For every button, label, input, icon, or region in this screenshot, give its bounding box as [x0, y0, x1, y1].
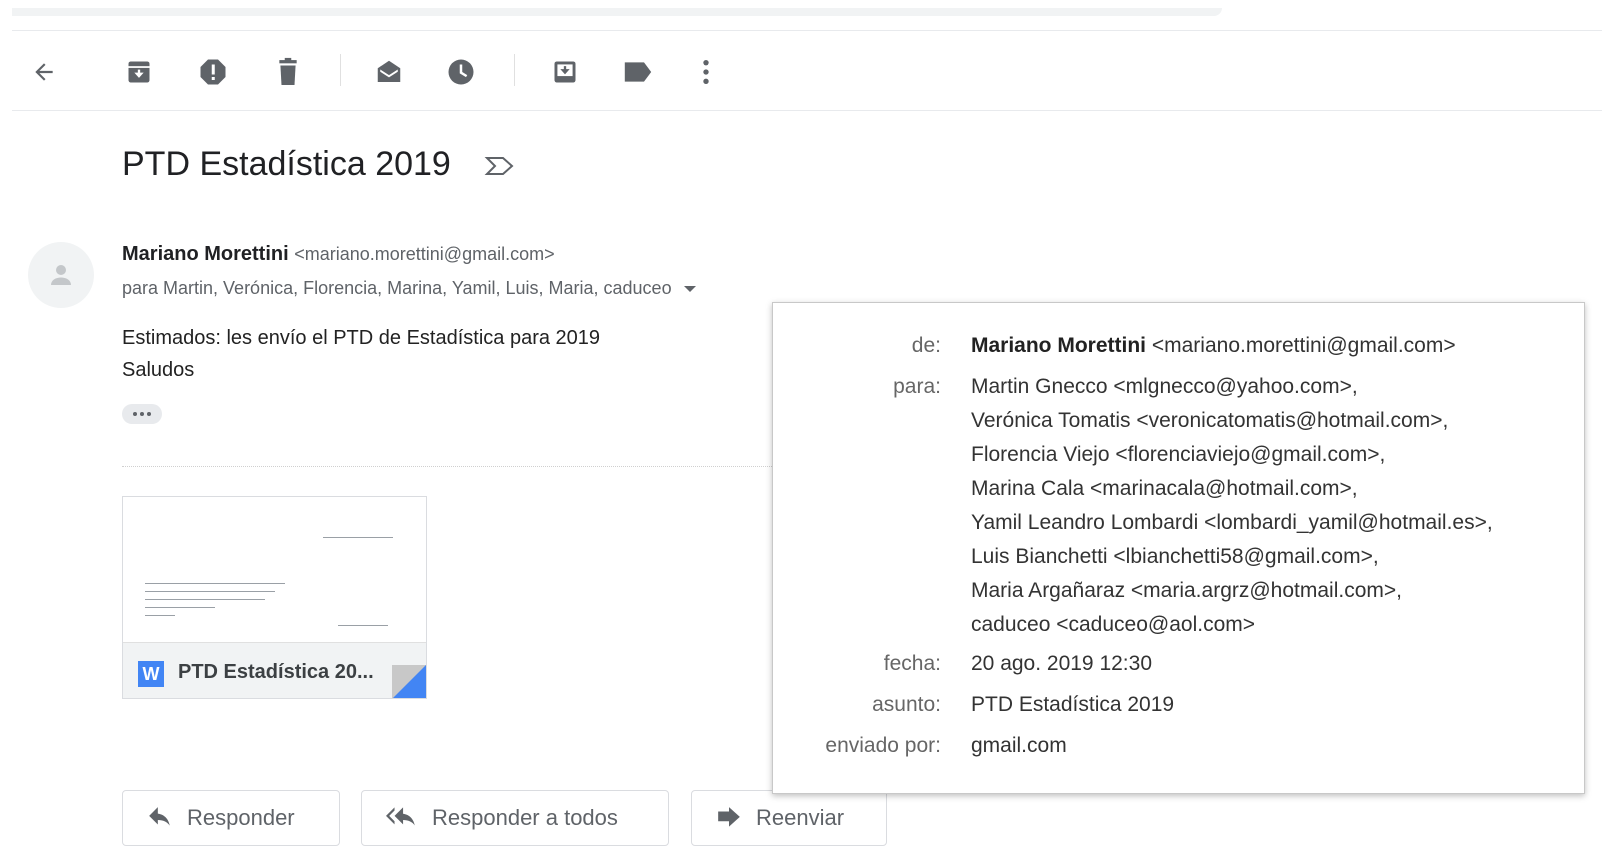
- archive-icon[interactable]: [119, 52, 159, 92]
- attachments-divider: [122, 466, 772, 467]
- forward-icon: [718, 807, 740, 827]
- reply-icon: [149, 807, 170, 826]
- reply-all-label: Responder a todos: [432, 805, 618, 830]
- page-fold-icon: [392, 665, 426, 698]
- recipient: Luis Bianchetti <lbianchetti58@gmail.com…: [971, 545, 1379, 568]
- importance-marker-icon[interactable]: [484, 155, 516, 182]
- reply-all-icon: [386, 807, 415, 826]
- attachment-preview: [123, 497, 426, 642]
- reply-label: Responder: [187, 805, 295, 830]
- attachment-footer: W PTD Estadística 20...: [123, 642, 426, 698]
- toolbar-separator: [514, 54, 515, 86]
- divider: [12, 30, 1602, 31]
- body-line: Saludos: [122, 359, 195, 381]
- label-icon[interactable]: [618, 52, 658, 92]
- email-subject: PTD Estadística 2019: [122, 145, 451, 183]
- email-body: Estimados: les envío el PTD de Estadísti…: [122, 322, 600, 386]
- search-bar-edge: [12, 8, 1222, 16]
- sender-name[interactable]: Mariano Morettini: [122, 243, 289, 265]
- recipients-list: Martin Gnecco <mlgnecco@yahoo.com>, Veró…: [971, 370, 1493, 642]
- mark-unread-icon[interactable]: [369, 52, 409, 92]
- to-label: para:: [893, 375, 941, 398]
- from-name: Mariano Morettini: [971, 334, 1147, 357]
- person-icon: [51, 265, 71, 285]
- date-label: fecha:: [883, 652, 941, 675]
- show-trimmed-content-button[interactable]: [122, 404, 162, 424]
- delete-icon[interactable]: [268, 52, 308, 92]
- details-from-row: de: Mariano Morettini <mariano.morettini…: [773, 329, 1456, 363]
- subject-label: asunto:: [872, 693, 941, 716]
- body-line: Estimados: les envío el PTD de Estadísti…: [122, 327, 601, 349]
- recipient: caduceo <caduceo@aol.com>: [971, 613, 1256, 636]
- recipient: Marina Cala <marinacala@hotmail.com>,: [971, 477, 1358, 500]
- recipient: Yamil Leandro Lombardi <lombardi_yamil@h…: [971, 511, 1493, 534]
- details-sent-by-row: enviado por: gmail.com: [773, 729, 1067, 763]
- from-label: de:: [911, 334, 941, 357]
- recipients-summary-text: para Martin, Verónica, Florencia, Marina…: [122, 278, 672, 298]
- recipient: Martin Gnecco <mlgnecco@yahoo.com>,: [971, 375, 1358, 398]
- toolbar-separator: [340, 54, 341, 86]
- more-vert-icon[interactable]: [686, 52, 726, 92]
- details-subject-row: asunto: PTD Estadística 2019: [773, 688, 1174, 722]
- subject-value: PTD Estadística 2019: [971, 693, 1175, 716]
- sent-by-value: gmail.com: [971, 734, 1067, 757]
- details-date-row: fecha: 20 ago. 2019 12:30: [773, 647, 1152, 681]
- recipient: Florencia Viejo <florenciaviejo@gmail.co…: [971, 443, 1386, 466]
- details-popup: de: Mariano Morettini <mariano.morettini…: [772, 302, 1585, 794]
- snooze-icon[interactable]: [441, 52, 481, 92]
- recipient: Verónica Tomatis <veronicatomatis@hotmai…: [971, 409, 1449, 432]
- recipient: Maria Argañaraz <maria.argrz@hotmail.com…: [971, 579, 1402, 602]
- sender-email: <mariano.morettini@gmail.com>: [294, 244, 555, 264]
- sent-by-label: enviado por:: [825, 734, 941, 757]
- forward-label: Reenviar: [756, 805, 845, 830]
- word-doc-icon: W: [138, 661, 164, 687]
- sender-line: Mariano Morettini <mariano.morettini@gma…: [122, 243, 555, 266]
- attachment-card[interactable]: W PTD Estadística 20...: [122, 496, 427, 699]
- attachment-name: PTD Estadística 20...: [178, 661, 374, 683]
- divider: [12, 110, 1602, 111]
- details-to-row: para: Martin Gnecco <mlgnecco@yahoo.com>…: [773, 370, 1493, 642]
- recipients-summary: para Martin, Verónica, Florencia, Marina…: [122, 278, 696, 299]
- avatar[interactable]: [28, 242, 94, 308]
- forward-button[interactable]: Reenviar: [691, 790, 887, 846]
- reply-all-button[interactable]: Responder a todos: [361, 790, 669, 846]
- date-value: 20 ago. 2019 12:30: [971, 652, 1153, 675]
- show-details-dropdown-icon[interactable]: [683, 285, 696, 292]
- reply-button[interactable]: Responder: [122, 790, 340, 846]
- report-spam-icon[interactable]: [193, 52, 233, 92]
- back-arrow-icon[interactable]: [24, 52, 64, 92]
- move-to-icon[interactable]: [545, 52, 585, 92]
- from-email: <mariano.morettini@gmail.com>: [1151, 334, 1456, 357]
